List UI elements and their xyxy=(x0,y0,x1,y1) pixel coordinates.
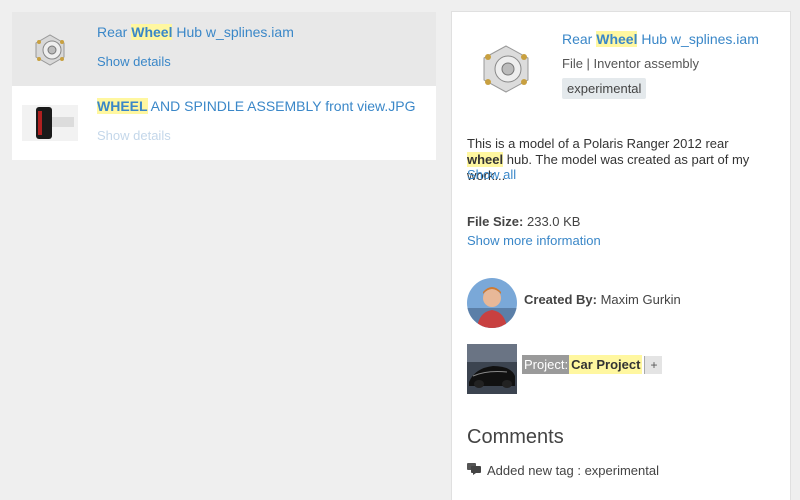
title-text[interactable]: Hub w_splines.iam xyxy=(637,31,759,47)
title-highlight[interactable]: WHEEL xyxy=(97,98,148,114)
project-name[interactable]: Car Project xyxy=(569,355,643,374)
desc-highlight: wheel xyxy=(467,152,504,167)
comment-bubble-icon xyxy=(467,463,481,478)
show-details-link[interactable]: Show details xyxy=(97,54,171,69)
comment-text: Added new tag : experimental xyxy=(487,463,659,478)
wheel-hub-model-icon[interactable] xyxy=(22,26,78,72)
title-highlight[interactable]: Wheel xyxy=(596,31,638,47)
project-tag[interactable]: Project: Car Project + xyxy=(522,355,663,374)
title-text[interactable]: AND SPINDLE ASSEMBLY front view.JPG xyxy=(148,98,416,114)
avatar[interactable] xyxy=(467,278,517,328)
desc-text: This is a model of a Polaris Ranger 2012… xyxy=(467,136,729,151)
result-title[interactable]: Rear Wheel Hub w_splines.iam xyxy=(97,24,294,40)
file-size-value: 233.0 KB xyxy=(526,214,581,229)
comments-heading: Comments xyxy=(467,426,564,448)
detail-title[interactable]: Rear Wheel Hub w_splines.iam xyxy=(562,31,759,47)
result-item[interactable]: Rear Wheel Hub w_splines.iam Show detail… xyxy=(12,12,436,86)
file-type-meta: File | Inventor assembly xyxy=(562,56,700,71)
title-text[interactable]: Hub w_splines.iam xyxy=(172,24,294,40)
project-label: Project: xyxy=(522,355,570,374)
comment-item: Added new tag : experimental xyxy=(467,463,659,478)
wheel-hub-model-icon xyxy=(476,38,536,98)
title-text[interactable]: Rear xyxy=(562,31,596,47)
result-title[interactable]: WHEEL AND SPINDLE ASSEMBLY front view.JP… xyxy=(97,98,415,114)
tag-badge[interactable]: experimental xyxy=(562,78,647,99)
show-all-link[interactable]: Show all xyxy=(467,167,516,182)
show-more-info-link[interactable]: Show more information xyxy=(467,233,601,248)
title-text[interactable]: Rear xyxy=(97,24,131,40)
file-size-label: File Size: xyxy=(467,214,524,229)
search-results-list: Rear Wheel Hub w_splines.iam Show detail… xyxy=(12,12,436,160)
project-thumbnail[interactable] xyxy=(467,344,517,394)
created-by-value: Maxim Gurkin xyxy=(600,292,681,307)
result-item[interactable]: WHEEL AND SPINDLE ASSEMBLY front view.JP… xyxy=(12,86,436,160)
wheel-spindle-photo-icon[interactable] xyxy=(22,100,78,146)
created-by: Created By: Maxim Gurkin xyxy=(524,292,681,307)
add-project-button[interactable]: + xyxy=(644,355,663,374)
file-size: File Size: 233.0 KB xyxy=(467,214,580,229)
created-by-label: Created By: xyxy=(524,292,597,307)
show-details-link[interactable]: Show details xyxy=(97,128,171,143)
title-highlight[interactable]: Wheel xyxy=(131,24,173,40)
detail-panel: Rear Wheel Hub w_splines.iam File | Inve… xyxy=(451,11,791,500)
